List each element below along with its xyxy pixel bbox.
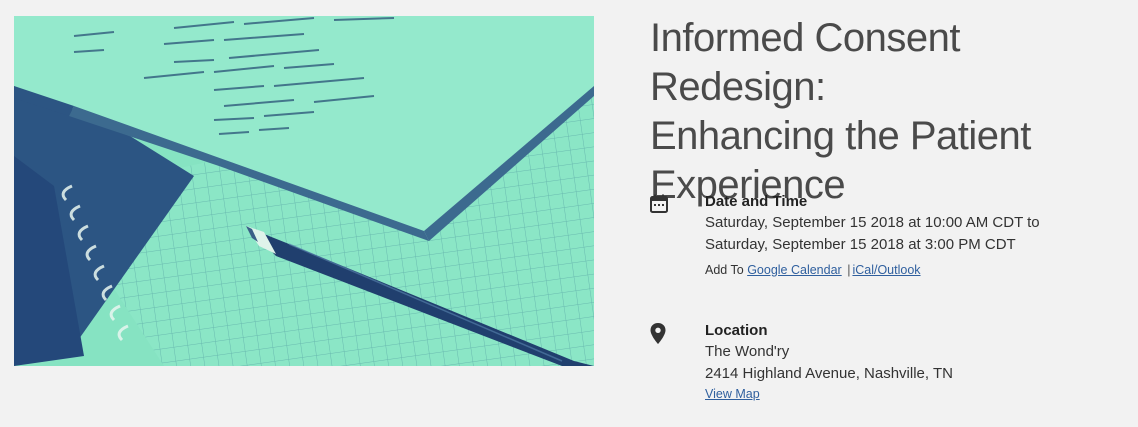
venue-name: The Wond'ry bbox=[705, 343, 790, 360]
ical-outlook-link[interactable]: iCal/Outlook bbox=[852, 263, 920, 277]
venue-address: 2414 Highland Avenue, Nashville, TN bbox=[705, 365, 953, 382]
google-calendar-link[interactable]: Google Calendar bbox=[747, 263, 842, 277]
date-time-details: Date and Time Saturday, September 15 201… bbox=[705, 192, 1115, 278]
map-pin-icon bbox=[650, 323, 668, 345]
event-title-line-2: Enhancing the Patient bbox=[650, 114, 1031, 158]
end-date-time: Saturday, September 15 2018 at 3:00 PM C… bbox=[705, 236, 1016, 253]
start-date-time: Saturday, September 15 2018 at 10:00 AM … bbox=[705, 214, 1040, 231]
event-title: Informed Consent Redesign: Enhancing the… bbox=[650, 14, 1120, 210]
location-heading: Location bbox=[705, 322, 768, 339]
notebook-pen-illustration bbox=[14, 16, 594, 366]
event-title-line-1: Informed Consent Redesign: bbox=[650, 16, 960, 109]
view-map-link[interactable]: View Map bbox=[705, 386, 760, 402]
calendar-icon bbox=[650, 194, 668, 216]
add-to-calendar: Add To Google Calendar | iCal/Outlook bbox=[705, 262, 1115, 278]
event-hero-image bbox=[14, 16, 594, 366]
location-details: Location The Wond'ry 2414 Highland Avenu… bbox=[705, 321, 1115, 403]
link-separator: | bbox=[847, 263, 851, 277]
event-header: Informed Consent Redesign: Enhancing the… bbox=[650, 14, 1120, 210]
date-time-heading: Date and Time bbox=[705, 193, 808, 210]
add-to-label: Add To bbox=[705, 263, 744, 277]
